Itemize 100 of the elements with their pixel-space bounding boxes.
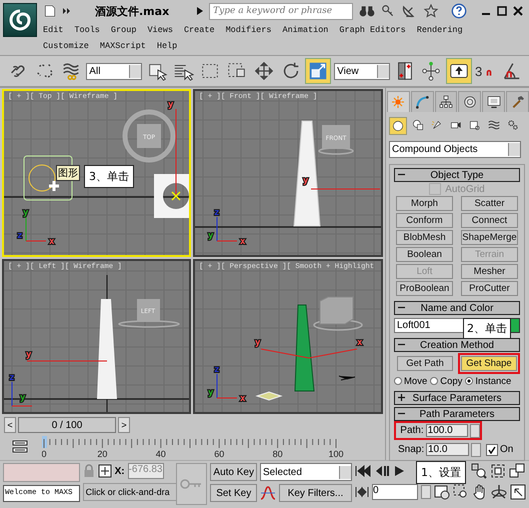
rollout-header[interactable]: Name and Color <box>394 301 520 315</box>
object-type-button[interactable]: ShapeMerge <box>461 230 518 245</box>
spinner[interactable] <box>471 442 481 456</box>
menu-item[interactable]: Edit <box>43 25 64 35</box>
key-mode-dropdown[interactable]: Selected <box>260 463 352 481</box>
shapes-icon[interactable] <box>410 117 426 133</box>
frame-field[interactable]: 0 <box>372 484 418 500</box>
search-field[interactable]: Type a keyword or phrase <box>209 2 354 20</box>
binoculars-icon[interactable] <box>359 4 376 18</box>
maximize-icon[interactable] <box>497 6 508 16</box>
axis-label: y <box>23 208 28 218</box>
axis-label: y <box>168 100 174 110</box>
monitor-icon[interactable] <box>482 91 506 112</box>
arrow-icon[interactable] <box>197 7 204 15</box>
radio-button[interactable] <box>430 377 438 385</box>
field-label: Snap: <box>398 444 424 455</box>
previous-frame-button[interactable]: < <box>4 417 16 433</box>
path-field[interactable]: 100.0 <box>426 424 468 437</box>
holed-block[interactable] <box>154 174 189 218</box>
previous-key-icon[interactable] <box>374 465 390 477</box>
scribble-shape[interactable] <box>338 376 356 380</box>
name-field[interactable]: Loft001 <box>394 318 466 333</box>
menu-item[interactable]: Group <box>110 25 136 35</box>
tower-drawing[interactable] <box>294 304 315 392</box>
maximize-viewport-icon[interactable] <box>510 484 526 500</box>
time-slider-thumb[interactable]: 0 / 100 <box>18 417 116 433</box>
menu-item[interactable]: MAXScript <box>100 41 146 51</box>
hierarchy-icon[interactable] <box>434 91 458 112</box>
close-icon[interactable] <box>513 6 524 16</box>
play-icon[interactable] <box>393 465 405 477</box>
dropdown[interactable]: All <box>86 62 142 80</box>
next-frame-button[interactable]: > <box>118 417 130 433</box>
satellite-dish-icon[interactable] <box>401 3 418 19</box>
object-type-button[interactable]: Scatter <box>461 196 518 211</box>
object-type-button[interactable]: Connect <box>461 213 518 228</box>
object-type-button[interactable]: ProBoolean <box>396 281 453 296</box>
object-type-button[interactable]: BlobMesh <box>396 230 453 245</box>
axis-label: x <box>357 338 362 348</box>
menu-item[interactable]: Graph Editors <box>339 25 406 35</box>
menu-item[interactable]: Modifiers <box>226 25 272 35</box>
curve-icon[interactable] <box>410 91 434 112</box>
object-type-button[interactable]: Boolean <box>396 247 453 262</box>
menu-item[interactable]: Views <box>147 25 173 35</box>
curve-icon[interactable] <box>260 485 276 501</box>
auto-key-button[interactable]: Auto Key <box>210 463 257 481</box>
checkbox[interactable] <box>486 444 498 456</box>
spinner[interactable] <box>470 424 480 438</box>
go-to-start-icon[interactable] <box>355 465 371 477</box>
time-ruler[interactable]: 0 20 40 60 80 100 <box>42 435 354 459</box>
zoom-region-icon[interactable] <box>453 484 469 500</box>
set-key-button[interactable]: Set Key <box>210 484 257 502</box>
key-filters-button[interactable]: Key Filters... <box>279 484 352 502</box>
curve-editor-icon[interactable] <box>12 439 28 455</box>
dropdown[interactable]: View <box>334 62 390 80</box>
zoom-extents-icon[interactable] <box>490 463 506 479</box>
radio-button[interactable] <box>394 377 402 385</box>
object-class-dropdown[interactable]: Compound Objects <box>389 141 521 158</box>
tower-drawing[interactable] <box>97 299 117 399</box>
rollout-header[interactable]: Path Parameters <box>394 407 520 421</box>
boxes-icon[interactable] <box>509 463 525 479</box>
creation-method-button[interactable]: Get Path <box>397 356 453 371</box>
double-arrow-icon[interactable] <box>63 7 71 15</box>
object-type-button[interactable]: Morph <box>396 196 453 211</box>
app-logo[interactable] <box>3 3 37 37</box>
menu-item[interactable]: Create <box>184 25 215 35</box>
star-icon[interactable] <box>423 3 440 19</box>
snap-field[interactable]: 10.0 <box>426 443 469 456</box>
new-file-icon[interactable] <box>43 4 57 18</box>
key-mode-icon[interactable] <box>355 486 369 498</box>
snap-toggle[interactable]: 3 <box>474 64 496 78</box>
radio-button[interactable] <box>465 377 474 385</box>
axis-label: z <box>9 373 14 383</box>
transform-toggle-icon[interactable] <box>98 464 112 478</box>
object-type-button[interactable]: ProCutter <box>461 281 518 296</box>
axis-gizmo[interactable] <box>171 108 181 201</box>
circle-shape[interactable] <box>28 164 56 192</box>
menu-item[interactable]: Tools <box>74 25 100 35</box>
key-icon[interactable] <box>381 3 396 19</box>
creation-method-button[interactable]: Get Shape <box>461 356 517 371</box>
axis-label: y <box>208 231 214 241</box>
spinner[interactable] <box>421 485 431 499</box>
menu-item[interactable]: Customize <box>43 41 89 51</box>
rollout-header[interactable]: Surface Parameters <box>394 391 520 405</box>
hammer-icon[interactable] <box>506 91 529 112</box>
menu-item[interactable]: Animation <box>282 25 328 35</box>
arrow-up-box-icon[interactable] <box>446 58 472 84</box>
time-config-icon[interactable] <box>434 484 450 500</box>
object-type-button[interactable]: Conform <box>396 213 453 228</box>
menu-item[interactable]: Help <box>156 41 178 51</box>
checkbox-label: AutoGrid <box>445 184 485 194</box>
rollout-header[interactable]: Object Type <box>394 168 520 182</box>
help-icon[interactable] <box>451 3 468 19</box>
annotation-tooltip: 2、单击 <box>463 318 511 339</box>
menu-item[interactable]: Rendering <box>416 25 463 35</box>
orbit-icon[interactable] <box>491 484 507 500</box>
zoom-icon[interactable] <box>471 463 487 479</box>
scale-icon[interactable] <box>305 58 332 84</box>
rollout-header[interactable]: Creation Method <box>394 338 520 352</box>
object-type-button[interactable]: Mesher <box>461 264 518 279</box>
diamond-shape[interactable] <box>255 391 283 401</box>
